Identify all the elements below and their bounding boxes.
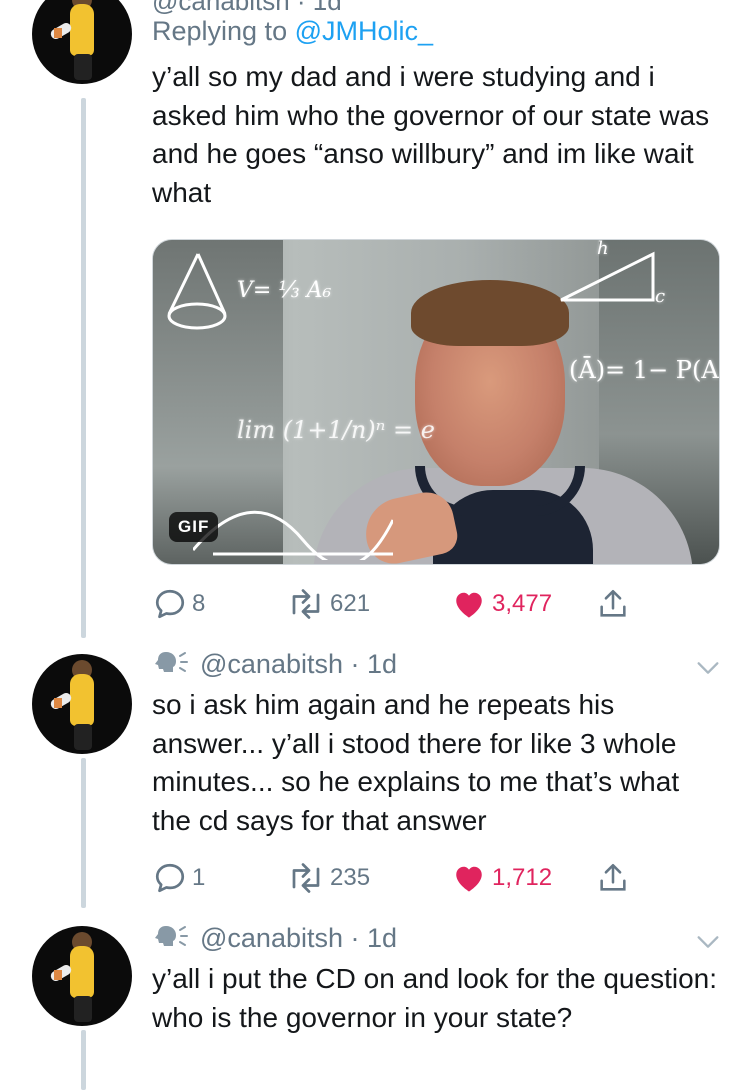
tweet-meta-cutoff: @canabitsh · 1d [152, 0, 342, 16]
reply-button[interactable]: 8 [152, 586, 205, 622]
reply-count: 8 [192, 590, 206, 617]
tweet-meta: @canabitsh · 1d [152, 922, 397, 954]
chevron-down-icon[interactable] [694, 654, 722, 682]
gif-badge: GIF [169, 512, 219, 542]
chevron-down-icon[interactable] [694, 928, 722, 956]
thread-line-2 [81, 758, 86, 908]
retweet-icon [292, 863, 320, 893]
cone-drawing-icon [167, 253, 227, 330]
reply-icon [155, 863, 185, 893]
retweet-button[interactable]: 621 [286, 586, 370, 622]
tweet-actions: 1 235 1,712 [152, 860, 652, 900]
speaking-head-icon [155, 652, 188, 672]
avatar[interactable] [32, 0, 132, 84]
like-button[interactable]: 1,712 [450, 860, 552, 896]
retweet-count: 235 [330, 864, 371, 891]
replying-prefix: Replying to [152, 16, 295, 46]
share-button[interactable] [596, 860, 630, 896]
like-button[interactable]: 3,477 [450, 586, 552, 622]
graph-curve-icon [193, 510, 393, 560]
retweet-icon [292, 589, 320, 619]
tweet-text: so i ask him again and he repeats his an… [152, 689, 680, 836]
speaking-head-icon [155, 926, 188, 946]
formula-c: c [655, 286, 666, 307]
heart-icon [456, 866, 482, 892]
formula-h: h [597, 239, 609, 259]
share-icon [600, 863, 626, 891]
avatar[interactable] [32, 926, 132, 1026]
heart-icon [456, 592, 482, 618]
reply-count: 1 [192, 864, 206, 891]
avatar[interactable] [32, 654, 132, 754]
tweet-handle-link[interactable]: @canabitsh · 1d [200, 649, 397, 680]
replying-to: Replying to @JMHolic_ [152, 16, 433, 47]
tweet-text: y’all i put the CD on and look for the q… [152, 963, 718, 1033]
share-button[interactable] [596, 586, 630, 622]
reply-button[interactable]: 1 [152, 860, 205, 896]
tweet-gif-media[interactable]: V= ⅓ A₆ h c (Ā)= 1− P(A lim (1+1/n)ⁿ = e… [152, 239, 720, 565]
triangle-drawing-icon [560, 251, 655, 302]
replying-handle-link[interactable]: @JMHolic_ [295, 16, 433, 46]
like-count: 3,477 [492, 590, 553, 617]
formula-volume: V= ⅓ A₆ [237, 278, 332, 303]
formula-limit: lim (1+1/n)ⁿ = e [237, 416, 435, 444]
retweet-button[interactable]: 235 [286, 860, 370, 896]
thread-line-3 [81, 1030, 86, 1090]
tweet-meta: @canabitsh · 1d [152, 648, 397, 680]
tweet-actions: 8 621 3,477 [152, 586, 652, 626]
thread-line-1 [81, 98, 86, 638]
tweet-handle-link[interactable]: @canabitsh · 1d [200, 923, 397, 954]
formula-probability: (Ā)= 1− P(A [569, 356, 719, 384]
retweet-count: 621 [330, 590, 371, 617]
reply-icon [155, 589, 185, 619]
share-icon [600, 589, 626, 617]
tweet-text: y’all so my dad and i were studying and … [152, 61, 710, 208]
like-count: 1,712 [492, 864, 553, 891]
